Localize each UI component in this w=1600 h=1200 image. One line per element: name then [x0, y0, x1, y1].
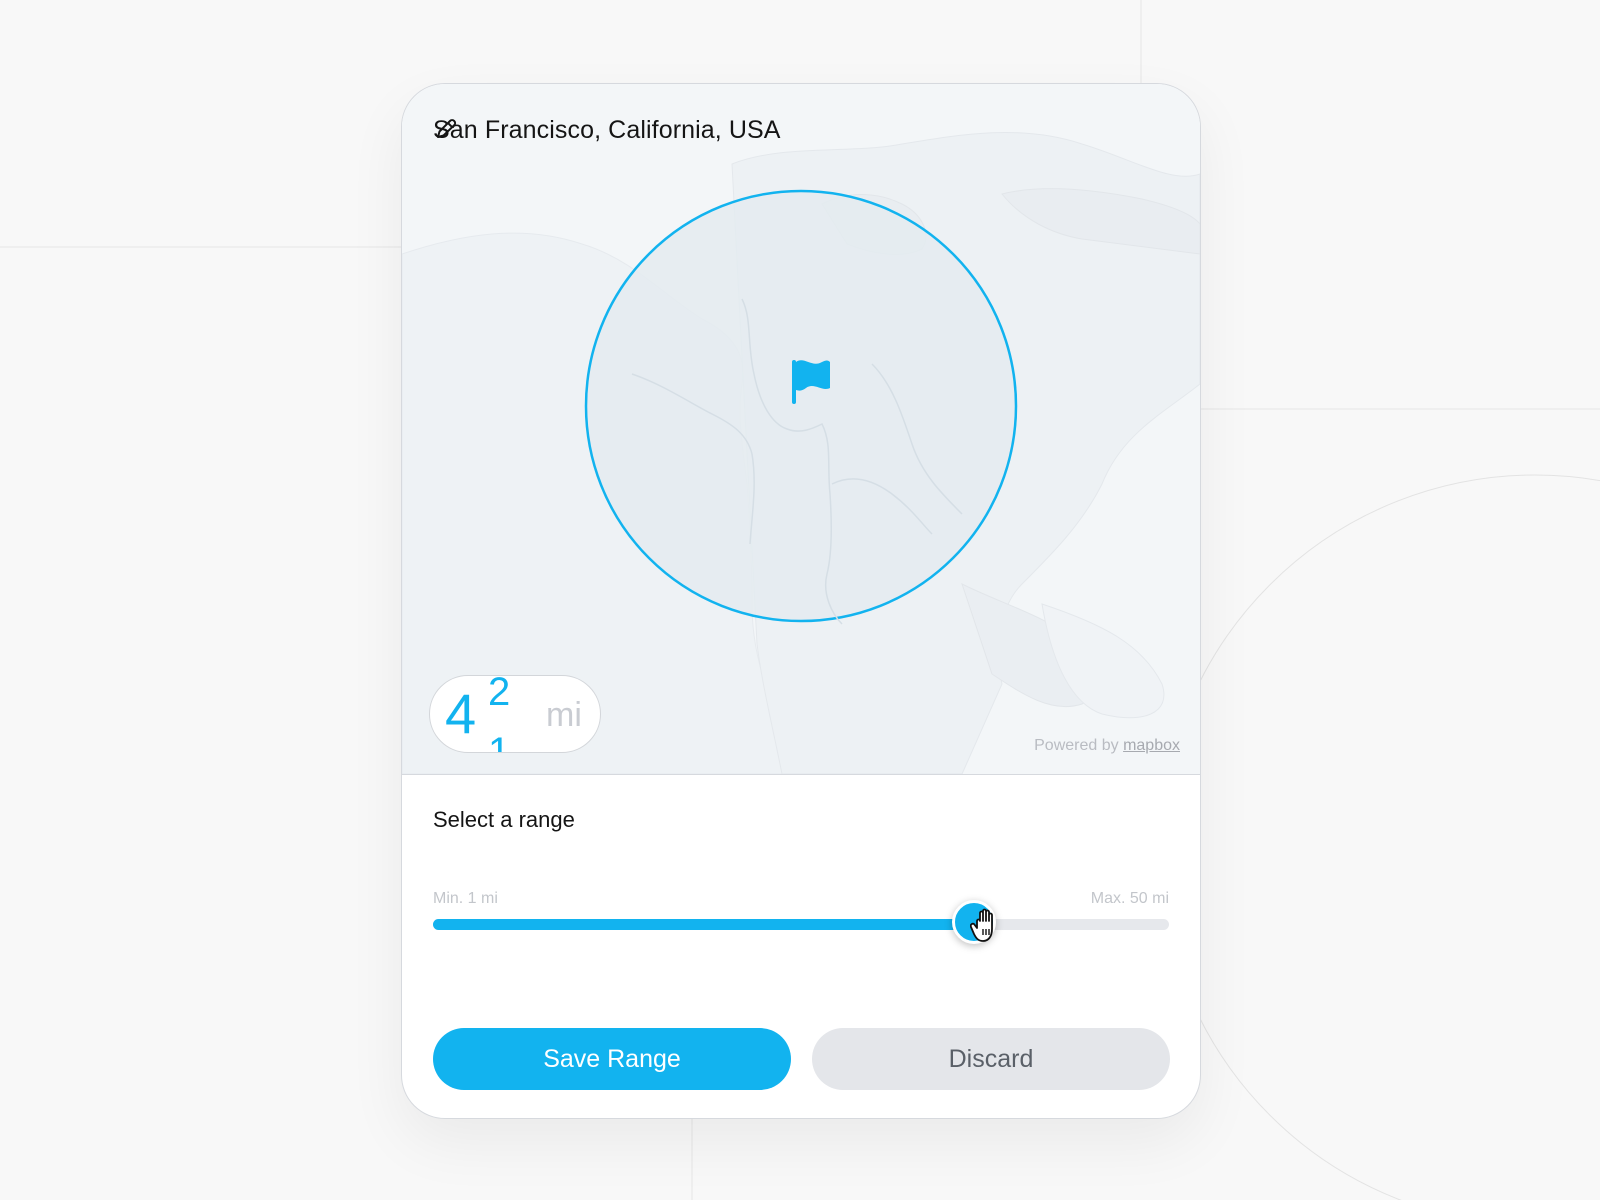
- distance-value: 4: [445, 682, 477, 745]
- location-title: San Francisco, California, USA: [433, 116, 781, 144]
- distance-unit: mi: [546, 696, 582, 734]
- range-slider-fill: [433, 919, 974, 930]
- range-radius-circle: [584, 189, 1018, 623]
- discard-button[interactable]: Discard: [812, 1028, 1170, 1090]
- distance-rolling-digit-down: 1: [488, 730, 511, 753]
- range-max-label: Max. 50 mi: [1090, 890, 1169, 907]
- pencil-icon[interactable]: [437, 118, 825, 144]
- distance-readout: 4 2 1 mi: [429, 675, 601, 753]
- range-min-label: Min. 1 mi: [433, 890, 498, 907]
- map-attribution: Powered by mapbox: [1034, 737, 1180, 755]
- map-view[interactable]: San Francisco, California, USA 4 2 1 mi …: [402, 84, 1200, 775]
- grab-hand-icon: [970, 908, 993, 942]
- range-section-label: Select a range: [433, 807, 575, 832]
- attribution-prefix: Powered by: [1034, 737, 1119, 754]
- save-range-button[interactable]: Save Range: [433, 1028, 791, 1090]
- location-header: San Francisco, California, USA: [433, 116, 825, 145]
- map-canvas: [402, 131, 1200, 774]
- distance-rolling-digit-up: 2: [488, 675, 511, 714]
- mapbox-link[interactable]: mapbox: [1123, 737, 1180, 754]
- range-slider-track[interactable]: [433, 900, 1169, 944]
- range-selector-card: San Francisco, California, USA 4 2 1 mi …: [401, 83, 1201, 1119]
